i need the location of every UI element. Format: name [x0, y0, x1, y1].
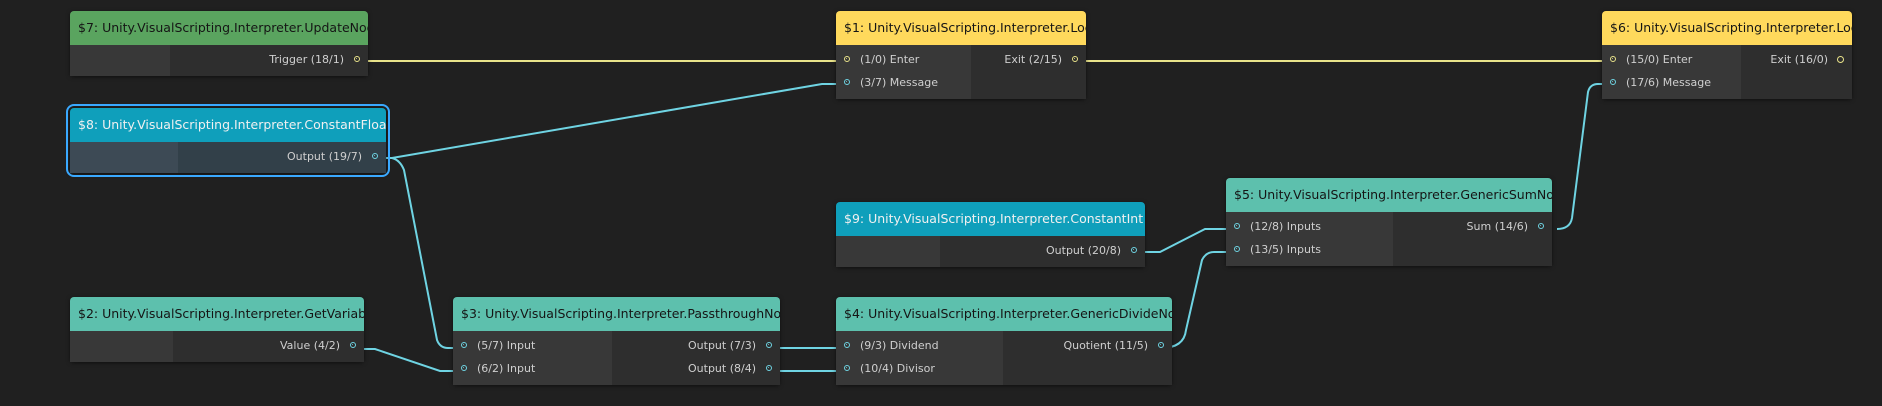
port-label: Output (8/4) — [688, 362, 756, 375]
output-port-value[interactable]: Output (19/7) — [287, 147, 386, 167]
port-label: Sum (14/6) — [1466, 220, 1528, 233]
input-port-divisor[interactable]: (10/4) Divisor — [836, 359, 935, 379]
value-port-icon — [844, 342, 850, 348]
value-port-icon — [766, 342, 772, 348]
value-port-icon — [1158, 342, 1164, 348]
input-port-enter[interactable]: (15/0) Enter — [1602, 50, 1692, 70]
output-port-exit[interactable]: Exit (16/0) — [1770, 50, 1852, 70]
get-variable-node[interactable]: $2: Unity.VisualScripting.Interpreter.Ge… — [70, 297, 364, 362]
port-label: Exit (16/0) — [1770, 53, 1828, 66]
node-title: $5: Unity.VisualScripting.Interpreter.Ge… — [1226, 178, 1552, 212]
constant-float-node[interactable]: $8: Unity.VisualScripting.Interpreter.Co… — [66, 104, 390, 177]
output-port-output-1[interactable]: Output (7/3) — [688, 336, 780, 356]
node-title: $7: Unity.VisualScripting.Interpreter.Up… — [70, 11, 368, 45]
value-port-icon — [766, 365, 772, 371]
port-label: (9/3) Dividend — [860, 339, 939, 352]
port-label: (17/6) Message — [1626, 76, 1711, 89]
node-title: $6: Unity.VisualScripting.Interpreter.Lo… — [1602, 11, 1852, 45]
value-edge-float-to-message[interactable] — [374, 83, 847, 159]
port-label: (3/7) Message — [860, 76, 938, 89]
node-title: $3: Unity.VisualScripting.Interpreter.Pa… — [453, 297, 780, 331]
node-title: $9: Unity.VisualScripting.Interpreter.Co… — [836, 202, 1145, 236]
output-port-quotient[interactable]: Quotient (11/5) — [1063, 336, 1172, 356]
log-node-1[interactable]: $1: Unity.VisualScripting.Interpreter.Lo… — [836, 11, 1086, 99]
port-label: (10/4) Divisor — [860, 362, 935, 375]
port-label: (12/8) Inputs — [1250, 220, 1321, 233]
passthrough-node[interactable]: $3: Unity.VisualScripting.Interpreter.Pa… — [453, 297, 780, 385]
flow-port-icon — [844, 56, 850, 62]
value-port-icon — [844, 79, 850, 85]
value-edge-sum-to-log-message[interactable] — [1556, 83, 1613, 230]
input-port-inputs-2[interactable]: (13/5) Inputs — [1226, 240, 1321, 260]
output-port-trigger[interactable]: Trigger (18/1) — [269, 50, 368, 70]
unconnected-flow-port-icon — [1837, 56, 1844, 63]
input-port-message[interactable]: (3/7) Message — [836, 73, 938, 93]
port-label: Exit (2/15) — [1004, 53, 1062, 66]
value-edge-int-to-sum-input[interactable] — [1133, 228, 1237, 253]
node-title: $4: Unity.VisualScripting.Interpreter.Ge… — [836, 297, 1172, 331]
value-port-icon — [1234, 246, 1240, 252]
output-port-output-2[interactable]: Output (8/4) — [688, 359, 780, 379]
input-port-input-2[interactable]: (6/2) Input — [453, 359, 535, 379]
output-port-value[interactable]: Output (20/8) — [1046, 241, 1145, 261]
value-port-icon — [350, 342, 356, 348]
port-label: Output (7/3) — [688, 339, 756, 352]
value-port-icon — [844, 365, 850, 371]
update-node[interactable]: $7: Unity.VisualScripting.Interpreter.Up… — [70, 11, 368, 76]
port-label: Output (20/8) — [1046, 244, 1121, 257]
node-title: $1: Unity.VisualScripting.Interpreter.Lo… — [836, 11, 1086, 45]
value-port-icon — [461, 365, 467, 371]
port-label: Output (19/7) — [287, 150, 362, 163]
value-port-icon — [461, 342, 467, 348]
value-edge-quotient-to-sum-input[interactable] — [1160, 251, 1237, 349]
port-label: (6/2) Input — [477, 362, 536, 375]
output-port-exit[interactable]: Exit (2/15) — [1004, 50, 1086, 70]
output-port-value[interactable]: Value (4/2) — [280, 336, 364, 356]
port-label: Trigger (18/1) — [269, 53, 344, 66]
flow-port-icon — [1072, 56, 1078, 62]
port-label: (15/0) Enter — [1626, 53, 1693, 66]
port-label: Quotient (11/5) — [1063, 339, 1148, 352]
output-port-sum[interactable]: Sum (14/6) — [1467, 217, 1552, 237]
log-node-6[interactable]: $6: Unity.VisualScripting.Interpreter.Lo… — [1602, 11, 1852, 99]
input-port-message[interactable]: (17/6) Message — [1602, 73, 1711, 93]
flow-port-icon — [1610, 56, 1616, 62]
port-label: Value (4/2) — [280, 339, 340, 352]
port-label: (13/5) Inputs — [1250, 243, 1321, 256]
value-port-icon — [1538, 223, 1544, 229]
constant-int-node[interactable]: $9: Unity.VisualScripting.Interpreter.Co… — [836, 202, 1145, 267]
value-port-icon — [1234, 223, 1240, 229]
input-port-inputs-1[interactable]: (12/8) Inputs — [1226, 217, 1321, 237]
value-port-icon — [1131, 247, 1137, 253]
generic-divide-node[interactable]: $4: Unity.VisualScripting.Interpreter.Ge… — [836, 297, 1172, 385]
port-label: (1/0) Enter — [860, 53, 920, 66]
node-title: $2: Unity.VisualScripting.Interpreter.Ge… — [70, 297, 364, 331]
generic-sum-node[interactable]: $5: Unity.VisualScripting.Interpreter.Ge… — [1226, 178, 1552, 266]
port-label: (5/7) Input — [477, 339, 536, 352]
node-title: $8: Unity.VisualScripting.Interpreter.Co… — [70, 108, 386, 142]
input-port-dividend[interactable]: (9/3) Dividend — [836, 336, 939, 356]
value-port-icon — [1610, 79, 1616, 85]
value-port-icon — [372, 153, 378, 159]
input-port-input-1[interactable]: (5/7) Input — [453, 336, 535, 356]
input-port-enter[interactable]: (1/0) Enter — [836, 50, 919, 70]
value-edge-variable-to-passthrough-input[interactable] — [353, 348, 464, 372]
flow-port-icon — [354, 56, 360, 62]
